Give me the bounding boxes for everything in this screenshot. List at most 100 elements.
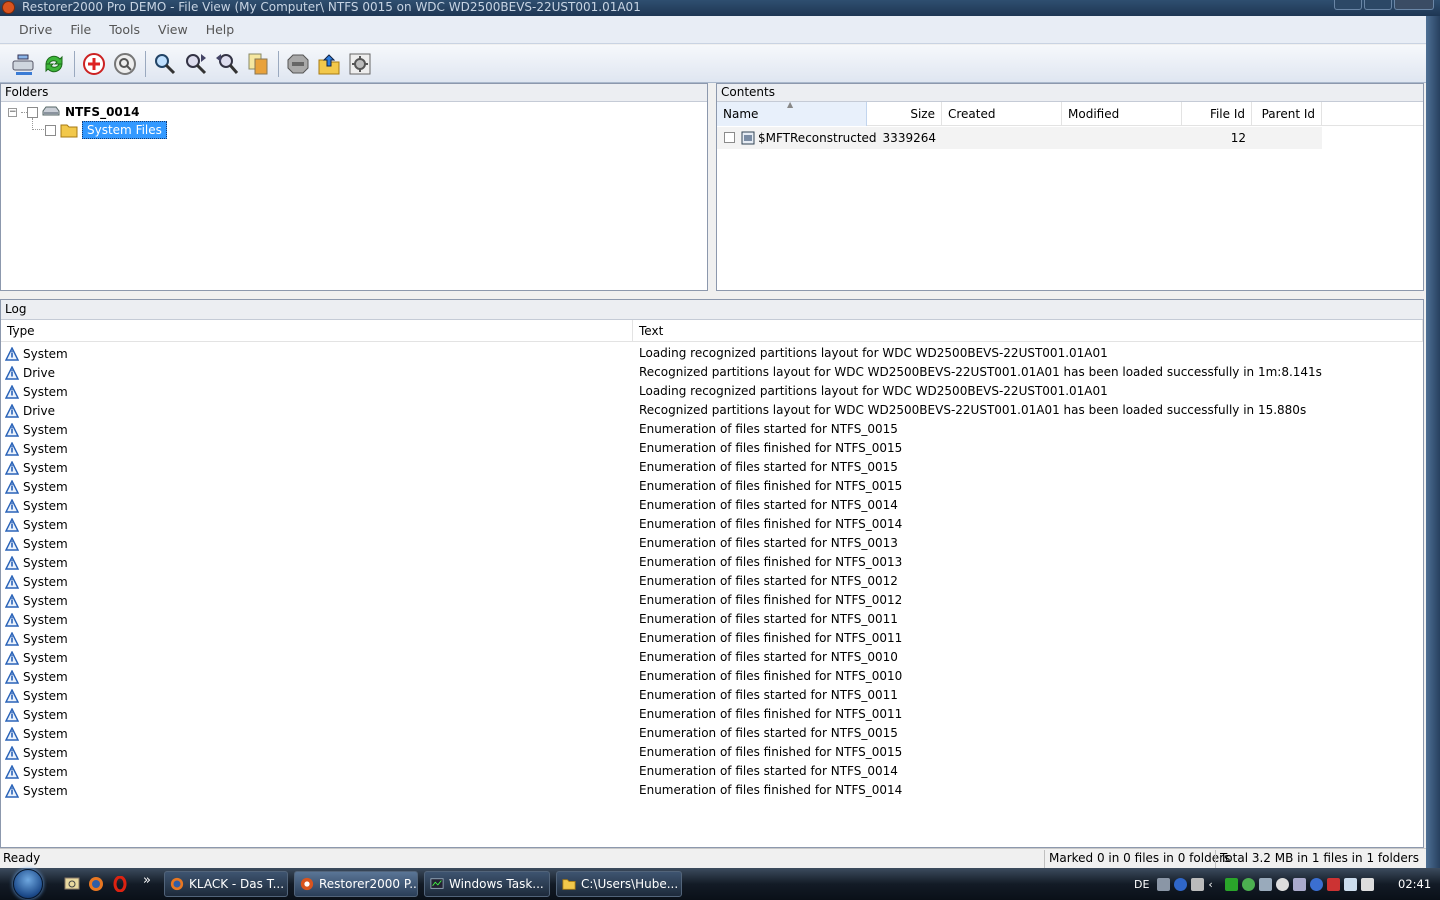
opera-icon[interactable] (112, 876, 128, 892)
column-header-file-id[interactable]: File Id (1182, 102, 1252, 126)
quick-launch-more[interactable]: » (143, 873, 151, 888)
log-row[interactable]: System Enumeration of files finished for … (1, 477, 1423, 496)
column-header-size[interactable]: Size (867, 102, 942, 126)
find-button[interactable] (150, 49, 180, 79)
keyboard-icon[interactable] (1157, 877, 1171, 891)
copy-button[interactable] (243, 49, 273, 79)
restorer-icon (300, 877, 314, 891)
options-button[interactable] (345, 49, 375, 79)
log-row[interactable]: System Enumeration of files finished for … (1, 629, 1423, 648)
log-type-cell: System (5, 458, 68, 477)
find-next-button[interactable] (181, 49, 211, 79)
log-row[interactable]: System Enumeration of files started for N… (1, 572, 1423, 591)
refresh-button[interactable] (39, 49, 69, 79)
log-row[interactable]: System Enumeration of files finished for … (1, 439, 1423, 458)
log-row[interactable]: System Enumeration of files finished for … (1, 667, 1423, 686)
log-row[interactable]: System Enumeration of files started for N… (1, 686, 1423, 705)
column-header-modified[interactable]: Modified (1062, 102, 1182, 126)
column-header-text[interactable]: Text (633, 320, 1423, 342)
tree-root-checkbox[interactable] (27, 106, 38, 118)
menu-file[interactable]: File (61, 22, 100, 37)
log-type-cell: System (5, 724, 68, 743)
column-header-type[interactable]: Type (1, 320, 633, 342)
maximize-button[interactable] (1364, 0, 1392, 10)
taskbar-item-task-manager[interactable]: Windows Task... (424, 871, 550, 897)
tree-child-checkbox[interactable] (45, 124, 56, 136)
log-row[interactable]: System Enumeration of files finished for … (1, 781, 1423, 800)
scan-button[interactable] (110, 49, 140, 79)
log-row[interactable]: System Enumeration of files started for N… (1, 420, 1423, 439)
mark-button[interactable] (283, 49, 313, 79)
app-a-icon[interactable] (1310, 877, 1324, 891)
recover-button[interactable] (314, 49, 344, 79)
find-next-icon (186, 53, 207, 74)
folders-panel: Folders − NTFS_0014 System Files (0, 83, 708, 291)
log-text-cell: Enumeration of files finished for NTFS_0… (639, 745, 903, 759)
taskbar-item-firefox[interactable]: KLACK - Das T... (164, 871, 288, 897)
info-icon (5, 707, 19, 722)
info-icon (5, 517, 19, 532)
cell-parent-id (1252, 127, 1316, 149)
show-desktop-icon[interactable] (64, 876, 80, 892)
minimize-button[interactable] (1334, 0, 1362, 10)
log-row[interactable]: Drive Recognized partitions layout for WD… (1, 363, 1423, 382)
connect-drive-button[interactable] (8, 49, 38, 79)
clock[interactable]: 02:41 (1398, 877, 1431, 891)
vertical-splitter[interactable] (708, 83, 716, 291)
menu-drive[interactable]: Drive (10, 22, 61, 37)
close-button[interactable] (1394, 0, 1434, 10)
language-indicator[interactable]: DE (1134, 878, 1149, 891)
row-checkbox[interactable] (724, 132, 735, 143)
log-row[interactable]: System Loading recognized partitions layo… (1, 382, 1423, 401)
log-row[interactable]: System Enumeration of files started for N… (1, 648, 1423, 667)
horizontal-splitter[interactable] (0, 291, 1426, 299)
taskbar-item-explorer[interactable]: C:\Users\Hube... (556, 871, 682, 897)
network-icon[interactable] (1242, 877, 1256, 891)
log-row[interactable]: System Enumeration of files started for N… (1, 762, 1423, 781)
log-row[interactable]: System Enumeration of files finished for … (1, 553, 1423, 572)
log-row[interactable]: System Enumeration of files started for N… (1, 610, 1423, 629)
log-row[interactable]: System Enumeration of files started for N… (1, 458, 1423, 477)
cloud-icon[interactable] (1276, 877, 1290, 891)
table-row[interactable]: $MFTReconstructed 3339264 12 (717, 127, 1322, 149)
log-type-cell: System (5, 705, 68, 724)
column-header-parent-id[interactable]: Parent Id (1252, 102, 1322, 126)
chevron-left-icon[interactable]: ‹ (1208, 878, 1221, 891)
menu-tools[interactable]: Tools (100, 22, 149, 37)
shield-icon[interactable] (1259, 877, 1273, 891)
log-type-cell: System (5, 344, 68, 363)
log-row[interactable]: System Enumeration of files finished for … (1, 743, 1423, 762)
tree-node-system-files[interactable]: System Files (45, 121, 167, 139)
battery-icon[interactable] (1344, 877, 1358, 891)
collapse-icon[interactable]: − (8, 107, 17, 117)
start-button[interactable] (10, 868, 46, 900)
menu-view[interactable]: View (149, 22, 197, 37)
tree-node-root[interactable]: − NTFS_0014 (8, 103, 139, 121)
menu-help[interactable]: Help (197, 22, 244, 37)
volume-icon[interactable] (1361, 877, 1375, 891)
log-row[interactable]: System Enumeration of files started for N… (1, 724, 1423, 743)
column-header-created[interactable]: Created (942, 102, 1062, 126)
log-row[interactable]: System Enumeration of files started for N… (1, 496, 1423, 515)
add-region-button[interactable] (79, 49, 109, 79)
taskbar-item-restorer[interactable]: Restorer2000 P... (294, 871, 418, 897)
info-icon (5, 384, 19, 399)
log-row[interactable]: System Enumeration of files finished for … (1, 591, 1423, 610)
log-row[interactable]: System Loading recognized partitions layo… (1, 344, 1423, 363)
usb-icon[interactable] (1191, 877, 1205, 891)
log-row[interactable]: System Enumeration of files finished for … (1, 705, 1423, 724)
log-type-label: Drive (23, 365, 55, 380)
folder-tree: − NTFS_0014 System Files (1, 102, 707, 290)
power-icon[interactable] (1327, 877, 1341, 891)
log-row[interactable]: System Enumeration of files finished for … (1, 515, 1423, 534)
green-app-icon[interactable] (1225, 877, 1239, 891)
column-header-name[interactable]: ▲ Name (717, 100, 867, 126)
log-row[interactable]: System Enumeration of files started for N… (1, 534, 1423, 553)
help-icon[interactable] (1174, 877, 1188, 891)
find-previous-button[interactable] (212, 49, 242, 79)
firefox-icon[interactable] (88, 876, 104, 892)
monitor-icon[interactable] (1293, 877, 1307, 891)
log-text-cell: Loading recognized partitions layout for… (639, 384, 1108, 398)
log-type-label: System (23, 555, 68, 570)
log-row[interactable]: Drive Recognized partitions layout for WD… (1, 401, 1423, 420)
